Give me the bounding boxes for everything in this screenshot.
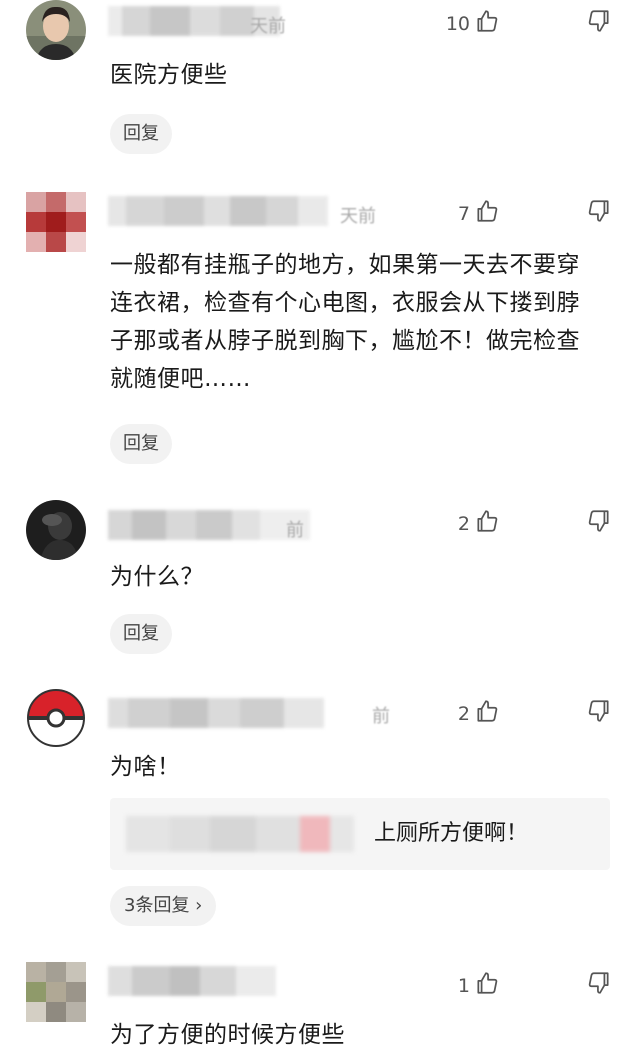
dislike-button[interactable] (586, 8, 612, 38)
avatar[interactable] (26, 962, 86, 1022)
nested-reply-text: 上厕所方便啊！ (374, 821, 529, 846)
thumb-up-icon (474, 198, 500, 229)
reply-button[interactable]: 回复 (110, 424, 172, 464)
thumb-up-icon (474, 8, 500, 39)
thumb-down-icon (586, 972, 612, 1000)
avatar[interactable] (26, 688, 86, 748)
like-button[interactable]: 7 (458, 198, 500, 229)
like-count: 2 (457, 702, 470, 725)
reply-button[interactable]: 回复 (110, 614, 172, 654)
username-blurred (108, 966, 276, 996)
comment-text: 医院方便些 (110, 62, 228, 88)
like-count: 1 (457, 974, 470, 997)
dislike-button[interactable] (586, 198, 612, 228)
thumb-down-icon (586, 10, 612, 38)
thumb-down-icon (586, 200, 612, 228)
dislike-button[interactable] (586, 698, 612, 728)
like-count: 7 (457, 202, 470, 225)
like-count: 2 (457, 512, 470, 535)
like-button[interactable]: 2 (458, 698, 500, 729)
timestamp: 前 (286, 520, 304, 541)
thumb-down-icon (586, 510, 612, 538)
avatar[interactable] (26, 0, 86, 60)
comment-text: 为什么？ (110, 564, 204, 590)
avatar[interactable] (26, 192, 86, 252)
nested-reply-preview[interactable]: 上厕所方便啊！ (110, 798, 610, 870)
dislike-button[interactable] (586, 508, 612, 538)
comment-text: 为啥！ (110, 754, 181, 780)
comment-text: 一般都有挂瓶子的地方，如果第一天去不要穿连衣裙，检查有个心电图，衣服会从下搂到脖… (110, 252, 580, 392)
comment-text: 为了方便的时候方便些 (110, 1022, 345, 1048)
like-button[interactable]: 10 (446, 8, 500, 39)
reply-button[interactable]: 回复 (110, 114, 172, 154)
username-blurred (108, 698, 324, 728)
username-blurred (108, 510, 310, 540)
thumb-up-icon (474, 970, 500, 1001)
username-blurred (108, 196, 328, 226)
like-button[interactable]: 2 (458, 508, 500, 539)
timestamp: 前 (372, 706, 390, 727)
thumb-down-icon (586, 700, 612, 728)
dislike-button[interactable] (586, 970, 612, 1000)
timestamp: 天前 (250, 16, 286, 37)
avatar[interactable] (26, 500, 86, 560)
nested-username-blurred (126, 816, 354, 852)
timestamp: 天前 (340, 206, 376, 227)
like-count: 10 (445, 12, 470, 35)
view-more-replies-button[interactable]: 3条回复 › (110, 886, 217, 926)
thumb-up-icon (474, 698, 500, 729)
thumb-up-icon (474, 508, 500, 539)
like-button[interactable]: 1 (458, 970, 500, 1001)
